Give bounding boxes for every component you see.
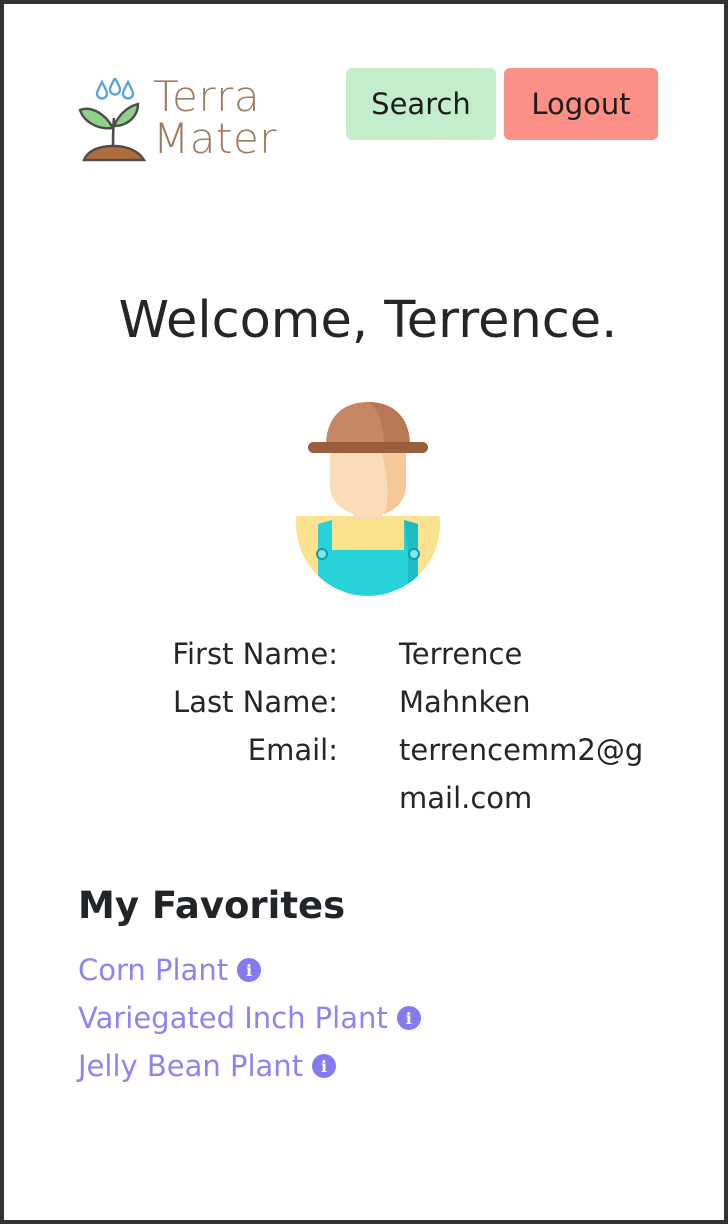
info-circle-icon[interactable]: i [312, 1054, 337, 1078]
favorites-list: Corn Plant i Variegated Inch Plant i Jel… [78, 946, 421, 1090]
last-name-value: Mahnken [399, 685, 531, 719]
first-name-label: First Name: [172, 637, 338, 671]
first-name-value: Terrence [399, 637, 523, 671]
last-name-label: Last Name: [173, 685, 338, 719]
favorite-link-variegated-inch-plant[interactable]: Variegated Inch Plant [78, 994, 388, 1042]
search-button[interactable]: Search [346, 68, 496, 140]
brand-logo[interactable]: Terra Mater [78, 76, 288, 164]
email-value: terrencemm2@gmail.com [399, 733, 644, 815]
sprout-icon [78, 78, 147, 162]
favorite-link-jelly-bean-plant[interactable]: Jelly Bean Plant [78, 1042, 303, 1090]
info-circle-icon[interactable]: i [396, 1006, 421, 1030]
favorites-heading: My Favorites [78, 884, 346, 927]
list-item: Corn Plant i [78, 946, 421, 994]
favorite-link-corn-plant[interactable]: Corn Plant [78, 946, 228, 994]
farmer-avatar-icon [296, 402, 440, 596]
email-label: Email: [247, 733, 338, 767]
logout-button[interactable]: Logout [504, 68, 658, 140]
brand-name: Terra Mater [153, 76, 277, 160]
brand-name-line-2: Mater [153, 114, 278, 163]
brand-name-line-1: Terra [153, 72, 261, 121]
list-item: Variegated Inch Plant i [78, 994, 421, 1042]
page-frame: Terra Mater Search Logout Welcome, Terre… [0, 0, 728, 1224]
list-item: Jelly Bean Plant i [78, 1042, 421, 1090]
info-circle-icon[interactable]: i [237, 958, 262, 982]
welcome-heading: Welcome, Terrence. [118, 291, 618, 350]
